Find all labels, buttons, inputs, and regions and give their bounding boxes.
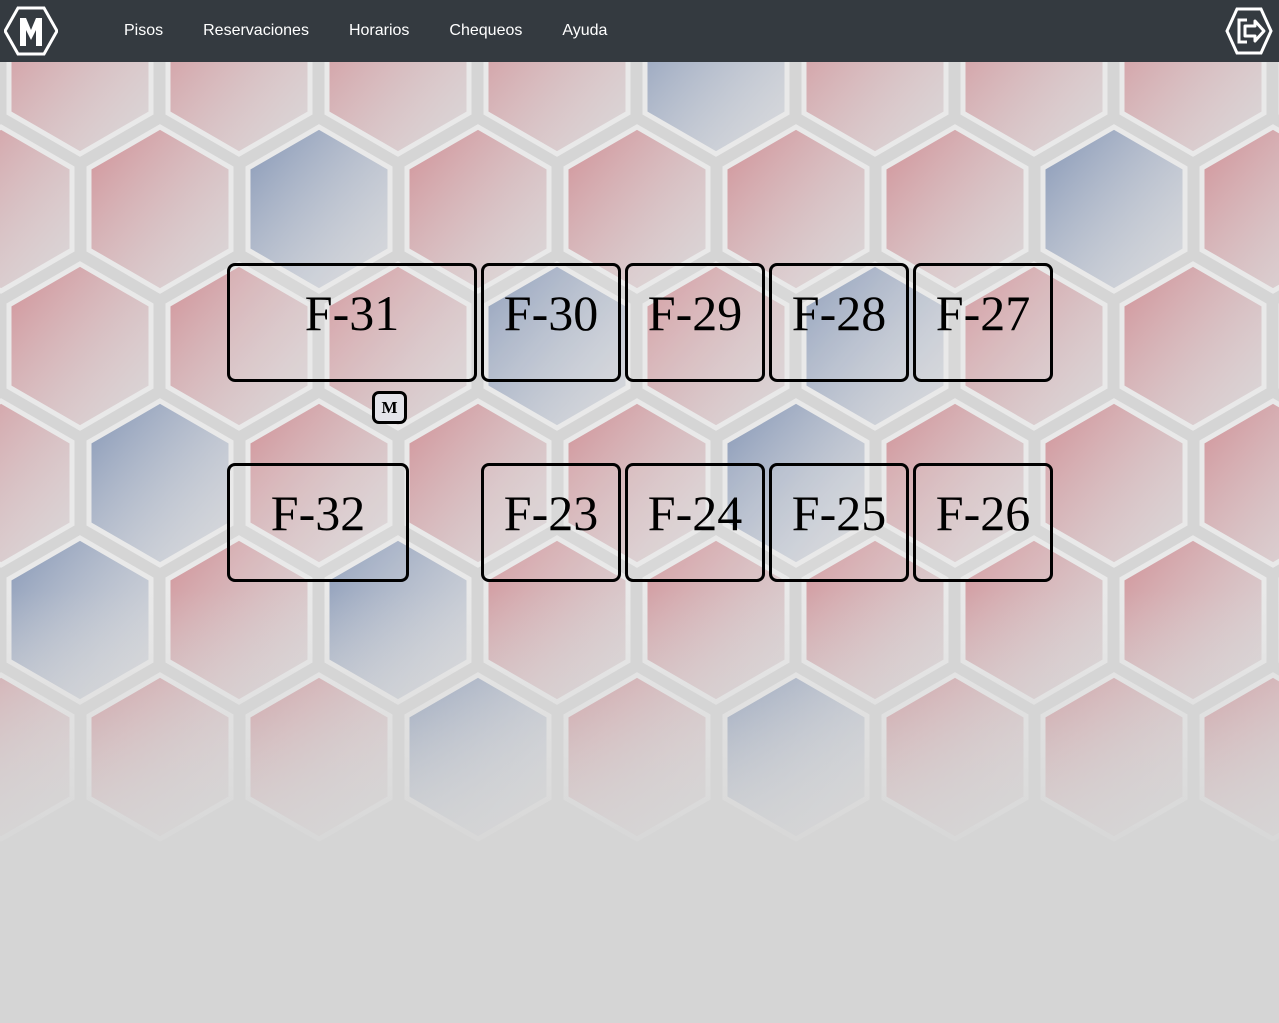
room-f31[interactable]: F-31: [227, 263, 477, 382]
room-f26[interactable]: F-26: [913, 463, 1053, 582]
room-f24-label: F-24: [647, 485, 743, 541]
nav-chequeos[interactable]: Chequeos: [429, 0, 542, 62]
room-f29-label: F-29: [647, 285, 743, 341]
room-f29[interactable]: F-29: [625, 263, 765, 382]
room-f26-label: F-26: [935, 485, 1031, 541]
nav-ayuda[interactable]: Ayuda: [542, 0, 627, 62]
room-f23[interactable]: F-23: [481, 463, 621, 582]
m-marker-badge[interactable]: M: [372, 391, 407, 424]
room-f24[interactable]: F-24: [625, 463, 765, 582]
room-f25-label: F-25: [791, 485, 887, 541]
room-f31-label: F-31: [304, 285, 400, 341]
room-f32[interactable]: F-32: [227, 463, 409, 582]
top-navbar: Pisos Reservaciones Horarios Chequeos Ay…: [0, 0, 1279, 62]
logout-icon[interactable]: [1225, 6, 1273, 56]
room-f30-label: F-30: [503, 285, 599, 341]
nav-horarios[interactable]: Horarios: [329, 0, 429, 62]
room-f23-label: F-23: [503, 485, 599, 541]
room-f30[interactable]: F-30: [481, 263, 621, 382]
room-f27-label: F-27: [935, 285, 1031, 341]
room-f27[interactable]: F-27: [913, 263, 1053, 382]
room-f28[interactable]: F-28: [769, 263, 909, 382]
brand-logo-icon[interactable]: [4, 4, 58, 58]
room-f28-label: F-28: [791, 285, 887, 341]
nav-pisos[interactable]: Pisos: [104, 0, 183, 62]
main-nav: Pisos Reservaciones Horarios Chequeos Ay…: [104, 0, 627, 62]
nav-reservaciones[interactable]: Reservaciones: [183, 0, 329, 62]
room-f32-label: F-32: [270, 485, 366, 541]
room-f25[interactable]: F-25: [769, 463, 909, 582]
